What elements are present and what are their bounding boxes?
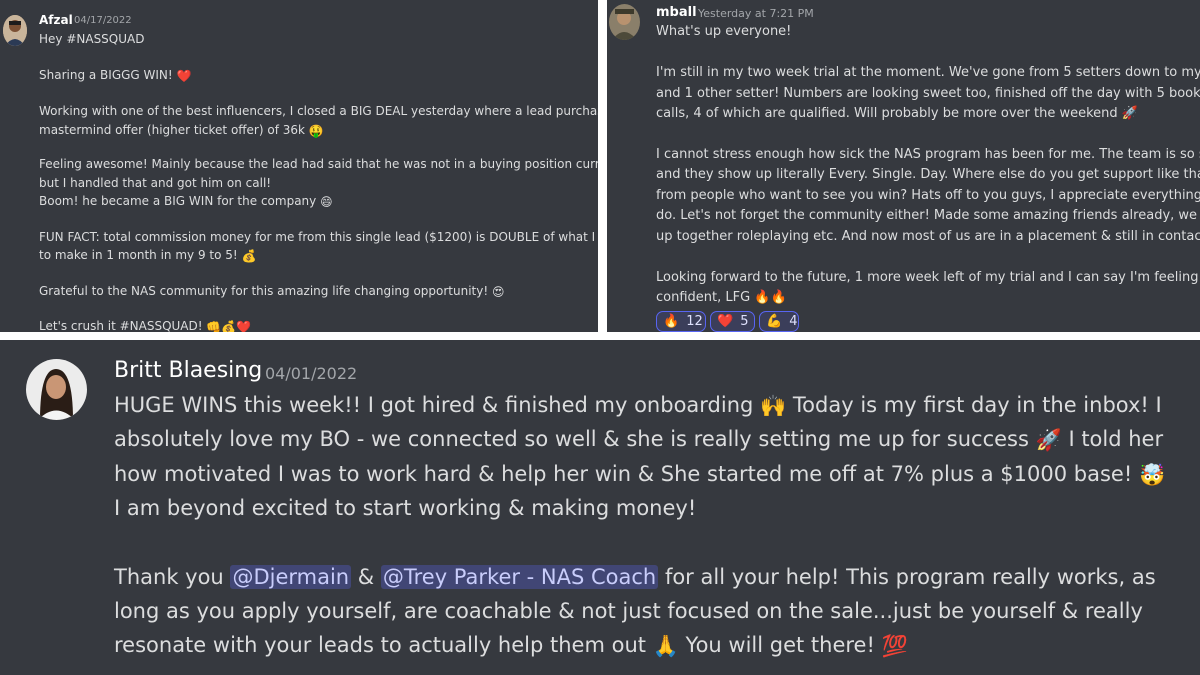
heart-emoji: ❤️ xyxy=(176,68,192,83)
message-line: Let's crush it #NASSQUAD! 👊💰❤️ xyxy=(39,319,252,333)
username-britt[interactable]: Britt Blaesing xyxy=(114,358,262,383)
reaction-heart[interactable]: ❤️ 5 xyxy=(710,311,755,332)
message-line: but I handled that and got him on call! xyxy=(39,176,272,190)
message-line: how motivated I was to work hard & help … xyxy=(114,462,1166,487)
message-line: Feeling awesome! Mainly because the lead… xyxy=(39,157,598,171)
message-line: FUN FACT: total commission money for me … xyxy=(39,230,598,244)
reaction-fire[interactable]: 🔥 12 xyxy=(656,311,706,332)
fist-emoji: 👊 xyxy=(206,319,222,333)
timestamp-britt: 04/01/2022 xyxy=(265,364,358,383)
reaction-count: 4 xyxy=(789,314,798,329)
reaction-flexed-biceps[interactable]: 💪 4 xyxy=(759,311,799,332)
avatar-mball[interactable] xyxy=(609,4,640,40)
folded-hands-emoji: 🙏 xyxy=(652,633,679,658)
money-bag-emoji: 💰 xyxy=(221,319,237,333)
mention-djermain[interactable]: @Djermain xyxy=(230,565,352,589)
message-line: confident, LFG 🔥🔥 xyxy=(656,290,787,305)
username-mball[interactable]: mball xyxy=(656,5,697,20)
message-line: calls, 4 of which are qualified. Will pr… xyxy=(656,106,1138,121)
message-panel-afzal: Afzal 04/17/2022 Hey #NASSQUAD Sharing a… xyxy=(0,0,598,332)
message-line: Sharing a BIGGG WIN! ❤️ xyxy=(39,68,192,83)
timestamp-mball: Yesterday at 7:21 PM xyxy=(698,7,814,20)
mention-trey-parker[interactable]: @Trey Parker - NAS Coach xyxy=(380,565,659,589)
message-line: Looking forward to the future, 1 more we… xyxy=(656,270,1200,285)
money-bag-emoji: 💰 xyxy=(241,248,257,263)
message-line: do. Let's not forget the community eithe… xyxy=(656,208,1200,223)
message-line: resonate with your leads to actually hel… xyxy=(114,633,908,658)
message-line: Boom! he became a BIG WIN for the compan… xyxy=(39,194,333,209)
message-line: I am beyond excited to start working & m… xyxy=(114,496,697,520)
message-line: I'm still in my two week trial at the mo… xyxy=(656,65,1200,80)
message-line: mastermind offer (higher ticket offer) o… xyxy=(39,123,324,138)
flexed-biceps-icon: 💪 xyxy=(766,314,783,329)
reaction-count: 5 xyxy=(740,314,749,329)
message-line: Grateful to the NAS community for this a… xyxy=(39,284,505,299)
message-panel-britt: Britt Blaesing 04/01/2022 HUGE WINS this… xyxy=(0,340,1200,675)
message-line: absolutely love my BO - we connected so … xyxy=(114,427,1164,452)
message-panel-mball: mball Yesterday at 7:21 PM What's up eve… xyxy=(607,0,1200,332)
message-line: Hey #NASSQUAD xyxy=(39,32,145,46)
message-line: from people who want to see you win? Hat… xyxy=(656,188,1200,203)
heart-emoji: ❤️ xyxy=(236,319,252,333)
message-line: up together roleplaying etc. And now mos… xyxy=(656,229,1200,244)
exploding-head-emoji: 🤯 xyxy=(1138,462,1166,487)
reaction-count: 12 xyxy=(686,314,703,329)
message-line: Working with one of the best influencers… xyxy=(39,104,598,118)
rocket-emoji: 🚀 xyxy=(1121,106,1138,121)
fire-emoji: 🔥 xyxy=(754,290,771,305)
hundred-points-emoji: 💯 xyxy=(881,633,908,658)
username-afzal[interactable]: Afzal xyxy=(39,13,73,27)
money-mouth-face-emoji: 🤑 xyxy=(308,123,324,138)
message-line: What's up everyone! xyxy=(656,24,792,39)
avatar-britt[interactable] xyxy=(26,359,87,420)
message-line: Thank you @Djermain & @Trey Parker - NAS… xyxy=(114,565,1156,589)
heart-eyes-emoji: 😍 xyxy=(492,284,505,299)
rocket-emoji: 🚀 xyxy=(1035,427,1062,452)
message-line: I cannot stress enough how sick the NAS … xyxy=(656,147,1200,162)
message-line: and they show up literally Every. Single… xyxy=(656,167,1200,182)
fire-emoji: 🔥 xyxy=(770,290,787,305)
message-line: long as you apply yourself, are coachabl… xyxy=(114,599,1143,623)
message-line: and 1 other setter! Numbers are looking … xyxy=(656,86,1200,101)
grin-emoji: 😄 xyxy=(320,194,333,209)
fire-icon: 🔥 xyxy=(663,314,680,329)
heart-icon: ❤️ xyxy=(717,314,734,329)
message-line: to make in 1 month in my 9 to 5! 💰 xyxy=(39,248,257,263)
timestamp-afzal: 04/17/2022 xyxy=(74,15,132,26)
raised-hands-emoji: 🙌 xyxy=(760,393,787,418)
message-line: HUGE WINS this week!! I got hired & fini… xyxy=(114,393,1162,418)
avatar-afzal[interactable] xyxy=(3,15,27,46)
